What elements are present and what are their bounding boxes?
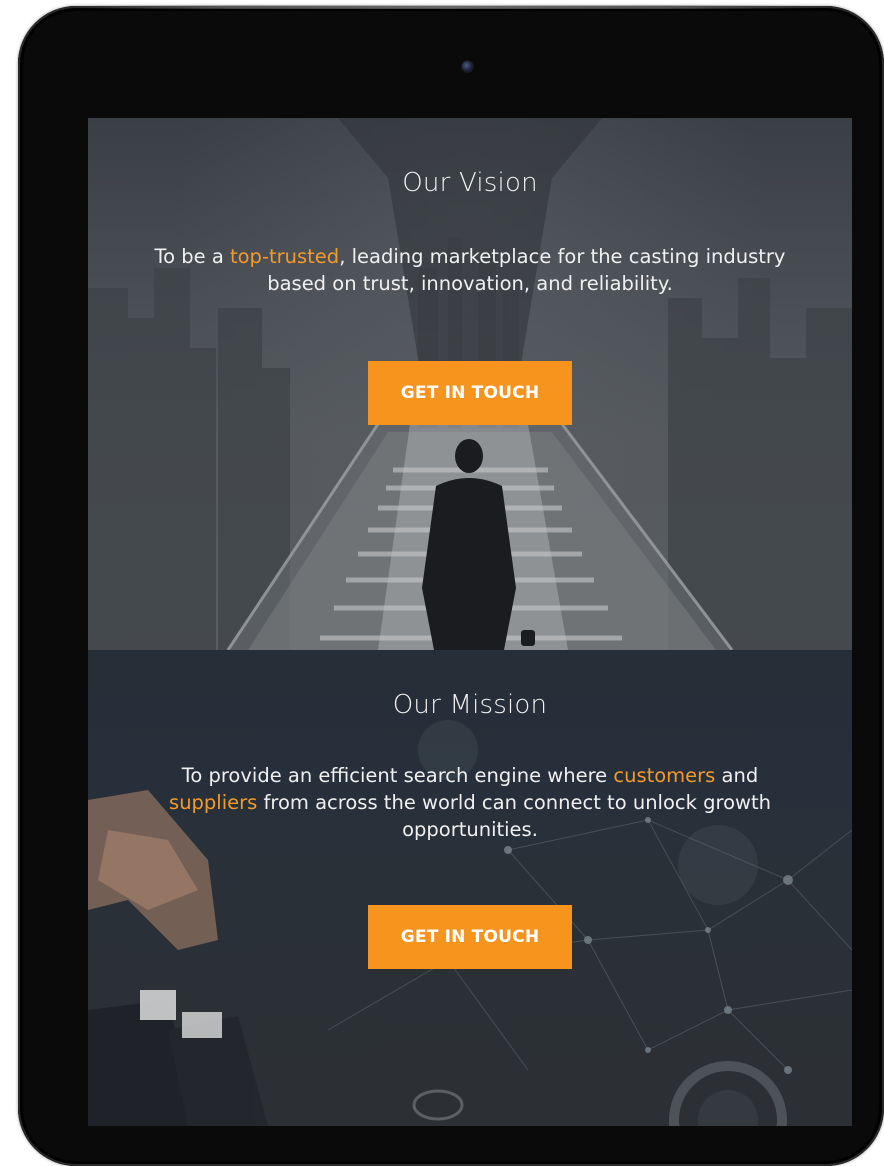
mission-get-in-touch-button[interactable]: GET IN TOUCH	[368, 905, 572, 969]
vision-description: To be a top-trusted, leading marketplace…	[128, 243, 812, 297]
vision-section: Our Vision To be a top-trusted, leading …	[88, 118, 852, 650]
device-edge-highlight	[78, 5, 818, 9]
mission-section: Our Mission To provide an efficient sear…	[88, 650, 852, 1126]
mission-text-middle: and	[715, 764, 759, 787]
front-camera-icon	[462, 61, 473, 72]
vision-text-start: To be a	[154, 245, 230, 268]
mission-highlight-suppliers: suppliers	[169, 791, 258, 814]
mission-highlight-customers: customers	[613, 764, 716, 787]
mission-description: To provide an efficient search engine wh…	[143, 762, 797, 843]
mission-background-image	[88, 720, 852, 1126]
tablet-screen: Our Vision To be a top-trusted, leading …	[88, 118, 852, 1126]
mission-text-end: from across the world can connect to unl…	[257, 791, 771, 841]
vision-highlight-top-trusted: top-trusted	[229, 245, 340, 268]
vision-title: Our Vision	[402, 168, 538, 198]
vision-text-end: , leading marketplace for the casting in…	[267, 245, 786, 295]
mission-title: Our Mission	[392, 690, 548, 720]
tablet-device-frame: Our Vision To be a top-trusted, leading …	[18, 5, 884, 1166]
vision-get-in-touch-button[interactable]: GET IN TOUCH	[368, 361, 572, 425]
mission-text-start: To provide an efficient search engine wh…	[181, 764, 614, 787]
